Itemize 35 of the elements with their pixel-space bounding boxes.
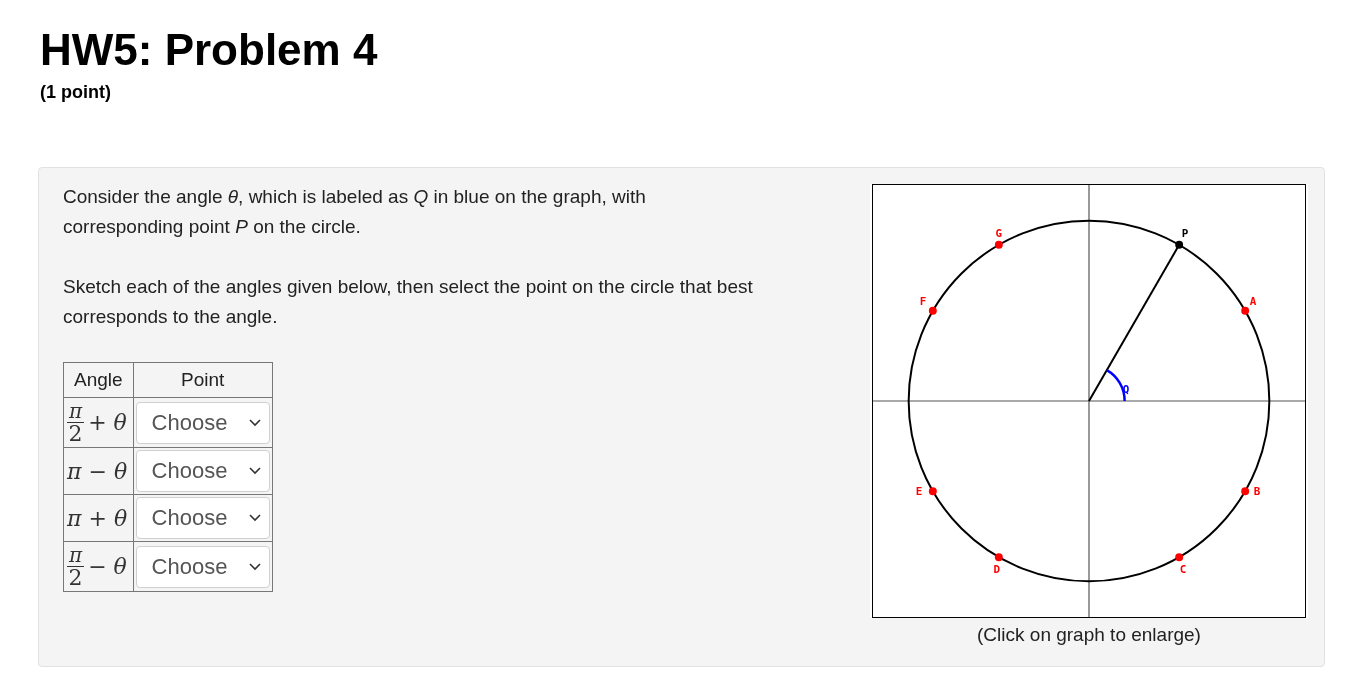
point-marker: [928, 306, 937, 315]
point-select[interactable]: Choose: [135, 497, 270, 539]
chevron-down-icon: [248, 562, 261, 571]
graph-caption: (Click on graph to enlarge): [977, 624, 1201, 646]
point-marker: [928, 487, 937, 496]
points-value: (1 point): [40, 82, 112, 103]
point-label: B: [1253, 485, 1261, 499]
chevron-down-icon: [248, 467, 261, 475]
page-title: HW5: Problem 4: [40, 24, 379, 76]
problem-text: Consider the angle θ, which is labeled as Q in blue on the graph, with corresponding point P on the circle.: [63, 185, 647, 239]
point-select[interactable]: Choose: [135, 450, 270, 492]
point-marker: [1175, 240, 1184, 249]
point-marker: [1241, 487, 1250, 496]
point-label: D: [993, 563, 1001, 577]
point-marker: [1241, 306, 1250, 315]
point-select[interactable]: Choose: [135, 401, 270, 444]
point-label: A: [1249, 294, 1257, 308]
problem-text: Sketch each of the angles given below, then select the point on the circle that best corresponds to the angle.: [63, 275, 753, 329]
angle-expression: π − θ: [66, 457, 129, 486]
column-header: Angle: [63, 362, 134, 398]
point-label: F: [919, 294, 927, 308]
point-label: C: [1179, 563, 1187, 577]
point-label: P: [1181, 226, 1189, 240]
unit-circle-graph[interactable]: G P F A Q E B D C: [870, 184, 1308, 618]
point-marker: [994, 553, 1003, 562]
column-header: Point: [133, 362, 273, 398]
angle-expression: π + θ: [66, 504, 129, 533]
point-label: G: [995, 226, 1003, 240]
chevron-down-icon: [248, 514, 261, 522]
point-marker: [1175, 553, 1184, 562]
point-label: E: [915, 485, 923, 499]
point-marker: [994, 240, 1003, 249]
chevron-down-icon: [248, 418, 261, 427]
angle-label: Q: [1122, 383, 1130, 397]
point-select[interactable]: Choose: [135, 545, 270, 588]
